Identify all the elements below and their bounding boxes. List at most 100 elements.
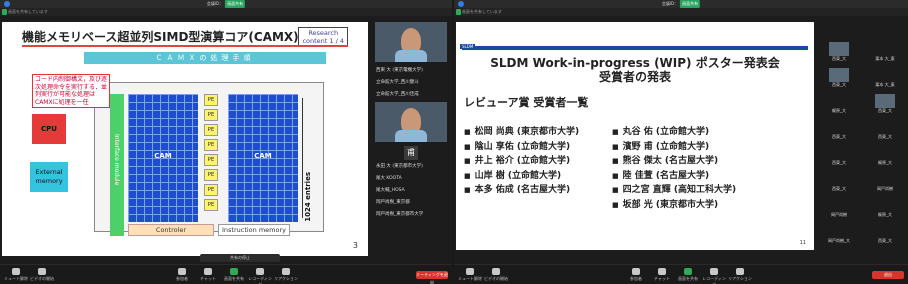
participants-button[interactable]: 参加者 <box>624 268 648 282</box>
share-status-strip: 画面を共有しています <box>454 8 908 16</box>
pe-cell: PE <box>204 124 218 136</box>
share-screen-button[interactable]: 画面を共有 <box>676 268 700 282</box>
entries-brace <box>299 98 303 218</box>
cam-array-left: CAM <box>128 94 198 222</box>
window-title: 会議ID： 画面共有 <box>206 0 246 8</box>
pe-column: PE PE PE PE PE PE PE PE <box>204 94 220 214</box>
page-number: 3 <box>352 241 358 250</box>
video-button[interactable]: ビデオの開始 <box>30 268 54 282</box>
participant-tile[interactable]: 西東_大 <box>816 40 862 66</box>
shield-icon <box>458 1 464 7</box>
record-button[interactable]: レコーディング <box>248 268 272 284</box>
list-item: 丸谷 佑 (立命館大学) <box>612 124 772 139</box>
participants-icon <box>178 268 186 275</box>
leave-meeting-button[interactable]: ミーティングを退出 <box>416 271 448 284</box>
window-title: 会議ID： 画面共有 <box>661 0 701 8</box>
participant-tile[interactable]: 梶原_大 <box>862 196 908 222</box>
list-item: 本多 佑成 (名古屋大学) <box>464 182 624 197</box>
person-icon <box>829 68 849 82</box>
share-status-label: 画面を共有しています <box>8 9 48 14</box>
shield-icon <box>4 1 10 7</box>
callout-note: コード内制御構文，及び逐次処理命令を実行する．並列実行が可能な処理はCAMXに処… <box>32 74 110 108</box>
share-badge: 画面共有 <box>225 0 246 8</box>
pe-cell: PE <box>204 184 218 196</box>
share-icon <box>684 268 692 275</box>
list-item: 松岡 尚典 (東京都市大学) <box>464 124 624 139</box>
title-bar: 会議ID： 画面共有 <box>454 0 908 8</box>
participant-tile[interactable]: 西東_大 <box>816 66 862 92</box>
title-underline <box>22 45 348 47</box>
participant-tile[interactable]: 西東_大 <box>816 170 862 196</box>
participant-tile[interactable]: 西東_大 <box>816 118 862 144</box>
participant-grid: 西東_大 栗本 大_東 西東_大 栗本 大_東 梶原_大 西東_大 西東_大 西東_大 … <box>816 40 908 248</box>
participant-tile[interactable]: 梶原_大 <box>862 144 908 170</box>
stop-share-button[interactable]: 共有の停止 <box>200 254 280 262</box>
list-item: 坂部 光 (東京都市大学) <box>612 197 772 212</box>
pe-cell: PE <box>204 109 218 121</box>
participant-name: 立命館大学_西川健斗 <box>376 80 419 85</box>
participant-tile[interactable]: 栗本 大_東 <box>862 40 908 66</box>
pe-cell: PE <box>204 199 218 211</box>
participant-tile[interactable]: 西東_大 <box>862 92 908 118</box>
list-item: 濱野 甫 (立命館大学) <box>612 139 772 154</box>
pe-cell: PE <box>204 169 218 181</box>
participant-video[interactable] <box>375 22 447 62</box>
participant-tile[interactable]: 西東_大 <box>816 144 862 170</box>
meeting-toolbar: ミュート解除 ビデオの開始 参加者 チャット 画面を共有 レコーディング リアク… <box>454 264 908 284</box>
participant-tile[interactable]: 岡戸尚樹 <box>862 170 908 196</box>
list-item: 陰山 享佑 (立命館大学) <box>464 139 624 154</box>
reactions-button[interactable]: リアクション <box>274 268 298 282</box>
participant-name: 岡戸尚樹_東京都 <box>376 200 410 205</box>
participant-tile[interactable]: 岡戸尚樹 <box>816 196 862 222</box>
reactions-button[interactable]: リアクション <box>728 268 752 282</box>
list-item: 陸 佳萱 (名古屋大学) <box>612 168 772 183</box>
leave-meeting-button[interactable]: 退出 <box>872 271 904 279</box>
pe-cell: PE <box>204 139 218 151</box>
share-icon <box>230 268 238 275</box>
participant-name: 立命館大学_西川佳成 <box>376 92 419 97</box>
controller-block: Controler <box>128 224 214 236</box>
participant-video[interactable] <box>375 102 447 142</box>
video-button[interactable]: ビデオの開始 <box>484 268 508 282</box>
participant-tile[interactable]: 岡戸尚樹_大 <box>816 222 862 248</box>
mute-button[interactable]: ミュート解除 <box>4 268 28 282</box>
shared-slide: 機能メモリベース超並列SIMD型演算コア(CAMX) Research conte… <box>2 22 368 256</box>
mute-button[interactable]: ミュート解除 <box>458 268 482 282</box>
camera-icon <box>492 268 500 275</box>
record-button[interactable]: レコーディング <box>702 268 726 284</box>
pe-cell: PE <box>204 94 218 106</box>
participant-tile[interactable]: 栗本 大_東 <box>862 66 908 92</box>
participant-tile[interactable]: 西東_大 <box>862 222 908 248</box>
chat-button[interactable]: チャット <box>196 268 220 282</box>
pe-cell: PE <box>204 154 218 166</box>
participant-tile[interactable]: 梶原_大 <box>816 92 862 118</box>
left-meeting-window: 会議ID： 画面共有 画面を共有しています 機能メモリベース超並列SIMD型演算コ… <box>0 0 452 284</box>
list-item: 山岸 樹 (立命館大学) <box>464 168 624 183</box>
reaction-icon <box>282 268 290 275</box>
record-icon <box>710 268 718 275</box>
instruction-memory-block: Instruction memory <box>218 224 290 236</box>
chat-button[interactable]: チャット <box>650 268 674 282</box>
slide-tag: Research content 1 / 4 <box>298 27 348 47</box>
participant-name: 尾大 KOOTA <box>376 176 402 181</box>
list-item: 熊谷 傑太 (名古屋大学) <box>612 153 772 168</box>
participants-icon <box>632 268 640 275</box>
participants-button[interactable]: 参加者 <box>170 268 194 282</box>
person-icon <box>875 94 895 108</box>
winner-list-right: 丸谷 佑 (立命館大学) 濱野 甫 (立命館大学) 熊谷 傑太 (名古屋大学) … <box>612 124 772 211</box>
chat-icon <box>658 268 666 275</box>
slide-subtitle: レビューア賞 受賞者一覧 <box>464 96 589 109</box>
participant-name: 永田 大 (東京都市大学) <box>376 164 423 169</box>
share-status-strip: 画面を共有しています <box>0 8 452 16</box>
chat-icon <box>204 268 212 275</box>
participant-name: 尾大輔_HOSA <box>376 188 405 193</box>
mic-icon <box>12 268 20 275</box>
reaction-icon <box>736 268 744 275</box>
cam-array-right: CAM <box>228 94 298 222</box>
participant-tile[interactable]: 西東_大 <box>862 118 908 144</box>
participant-list: 西東 大 (東京電機大学) 立命館大学_西川健斗 立命館大学_西川佳成 甫 永田… <box>372 22 450 222</box>
section-banner: ＣＡＭＸの処理手順 <box>84 52 326 64</box>
share-screen-button[interactable]: 画面を共有 <box>222 268 246 282</box>
meeting-toolbar: ミュート解除 ビデオの開始 参加者 チャット 画面を共有 レコーディング リアク… <box>0 264 452 284</box>
interface-module-block: Interface module <box>110 94 124 236</box>
